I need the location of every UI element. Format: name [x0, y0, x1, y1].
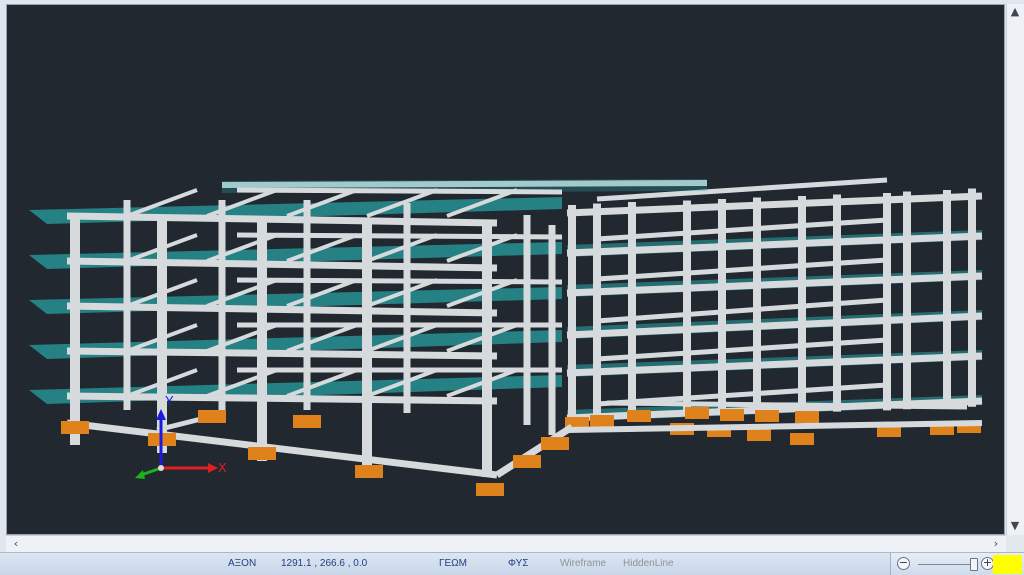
zoom-out-button[interactable]: −	[897, 557, 910, 570]
3d-model-viewport[interactable]: XY	[6, 4, 1005, 535]
beam-front	[66, 347, 498, 360]
horizontal-scrollbar[interactable]: ‹ ›	[6, 535, 1006, 552]
footing	[795, 411, 819, 423]
footing	[720, 409, 744, 421]
beam-front	[66, 392, 498, 405]
footing	[541, 437, 569, 450]
zoom-slider-track[interactable]	[918, 564, 978, 565]
scroll-down-arrow-icon[interactable]: ▼	[1007, 518, 1023, 534]
footing	[685, 407, 709, 419]
wireframe-toggle[interactable]: Wireframe	[560, 558, 606, 569]
zoom-indicator	[993, 555, 1022, 574]
x-axis-arrow-icon	[208, 463, 218, 473]
geometry-mode-toggle[interactable]: ΓΕΩΜ	[439, 558, 467, 569]
footing	[513, 455, 541, 468]
footing	[198, 410, 226, 423]
footing	[590, 415, 614, 427]
vertical-scrollbar[interactable]: ▲ ▼	[1006, 4, 1024, 535]
ground-beam-front	[66, 419, 498, 479]
footing	[355, 465, 383, 478]
axis-mode-label[interactable]: ΑΞΟΝ	[228, 558, 256, 569]
z-axis-line	[140, 466, 162, 477]
footing	[293, 415, 321, 428]
scroll-up-arrow-icon[interactable]: ▲	[1007, 4, 1023, 20]
cursor-coordinates: 1291.1 , 266.6 , 0.0	[281, 558, 368, 569]
footing	[627, 410, 651, 422]
z-axis-arrow-icon	[135, 470, 145, 479]
beam-front	[66, 302, 498, 317]
footing	[790, 433, 814, 445]
footing	[61, 421, 89, 434]
status-bar: ΑΞΟΝ 1291.1 , 266.6 , 0.0 ΓΕΩΜ ΦΥΣ Wiref…	[0, 552, 1024, 575]
x-axis-label: X	[218, 460, 227, 475]
axis-origin	[158, 465, 164, 471]
footing	[248, 447, 276, 460]
beam-front	[66, 212, 498, 227]
ground-beam-right	[566, 420, 983, 433]
scrollbar-corner	[1006, 535, 1024, 552]
scroll-right-arrow-icon[interactable]: ›	[988, 536, 1004, 552]
zoom-slider-thumb[interactable]	[970, 558, 978, 571]
scroll-left-arrow-icon[interactable]: ‹	[8, 536, 24, 552]
footing	[476, 483, 504, 496]
structural-frame-model[interactable]: XY	[7, 5, 1005, 535]
footing	[755, 410, 779, 422]
physical-mode-toggle[interactable]: ΦΥΣ	[508, 558, 529, 569]
hiddenline-toggle[interactable]: HiddenLine	[623, 558, 674, 569]
y-axis-label: Y	[165, 393, 174, 408]
footing	[747, 429, 771, 441]
beam-front	[66, 257, 498, 272]
